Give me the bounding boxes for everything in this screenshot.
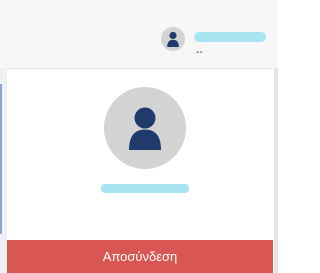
logout-button[interactable]: Αποσύνδεση [7, 240, 273, 273]
username-redacted [194, 32, 266, 42]
top-navbar: -- [0, 0, 278, 68]
user-dropdown-panel: Αποσύνδεση [7, 68, 273, 273]
sidebar-accent-line [0, 84, 2, 234]
background-content-edge [274, 68, 278, 273]
user-avatar-large [104, 87, 186, 169]
app-frame: -- Αποσύνδεση [0, 0, 278, 273]
user-subtitle: -- [196, 47, 203, 58]
user-fullname-redacted [101, 184, 189, 193]
background-sidebar-edge [0, 68, 7, 273]
user-avatar-small [161, 27, 185, 51]
user-silhouette-icon [129, 107, 161, 150]
user-menu-toggle[interactable]: -- [158, 24, 270, 62]
user-silhouette-icon [167, 31, 179, 47]
